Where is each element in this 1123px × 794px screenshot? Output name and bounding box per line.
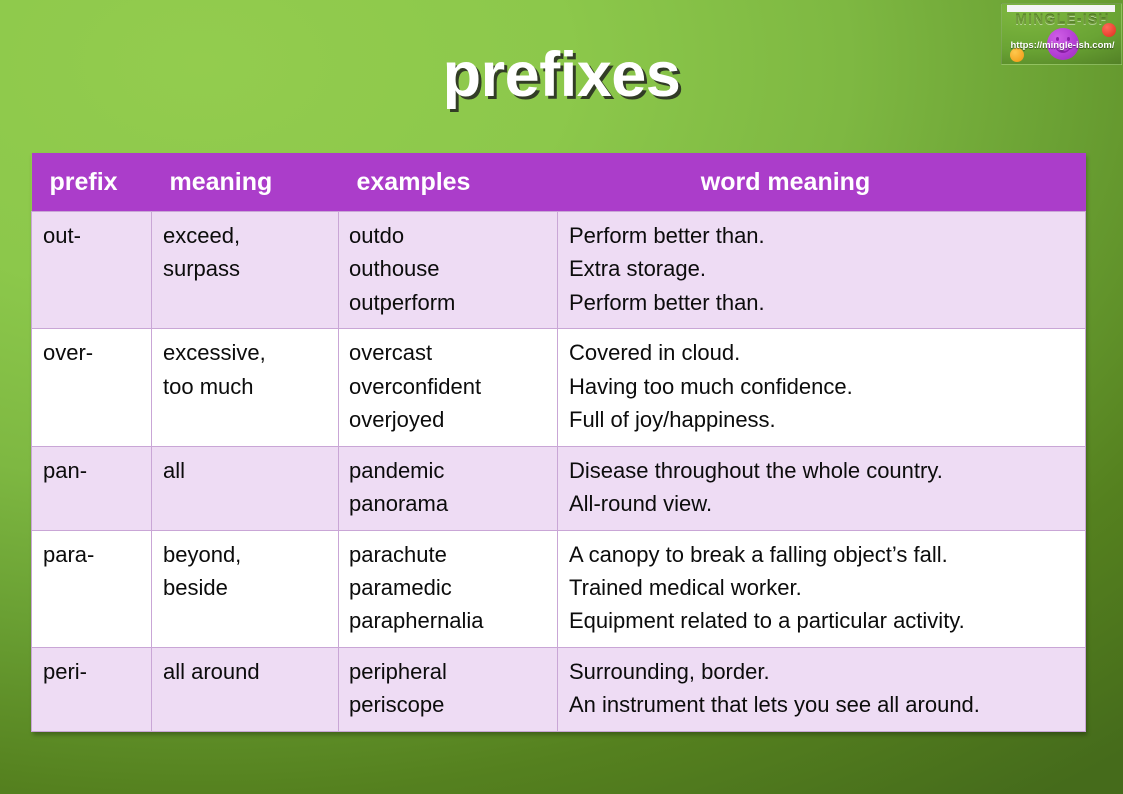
cell-examples-line: paramedic bbox=[349, 574, 452, 600]
cell-examples: peripheral periscope bbox=[338, 646, 558, 732]
column-header-meaning: meaning bbox=[151, 153, 339, 212]
cell-word-meaning-line: Covered in cloud. bbox=[569, 340, 741, 366]
cell-prefix-lines: out- bbox=[43, 219, 141, 252]
cell-word-meaning: Disease throughout the whole country. All… bbox=[557, 445, 1086, 531]
cell-word-meaning-line: Having too much confidence. bbox=[569, 373, 853, 399]
cell-examples-line: periscope bbox=[349, 692, 445, 718]
cell-examples-lines: outdo outhouse outperform bbox=[349, 219, 547, 319]
cell-meaning-lines: exceed, surpass bbox=[163, 219, 328, 286]
cell-word-meaning-line: Perform better than. bbox=[569, 223, 765, 248]
cell-prefix: out- bbox=[31, 210, 152, 330]
cell-meaning-line: too much bbox=[163, 373, 254, 399]
cell-word-meaning-line: Extra storage. bbox=[569, 256, 706, 282]
cell-word-meaning: Covered in cloud. Having too much confide… bbox=[557, 328, 1086, 447]
cell-meaning-line: all bbox=[163, 457, 186, 483]
cell-prefix-lines: pan- bbox=[43, 454, 141, 487]
cell-examples-lines: parachute paramedic paraphernalia bbox=[349, 538, 547, 638]
cell-meaning-line: surpass bbox=[163, 256, 241, 282]
cell-word-meaning: Perform better than. Extra storage. Perfor… bbox=[557, 210, 1086, 330]
cell-word-meaning-lines: Covered in cloud. Having too much confide… bbox=[569, 336, 1075, 436]
table-header-row: prefix meaning examples word meaning bbox=[31, 153, 1086, 212]
cell-meaning-line: exceed, bbox=[163, 223, 241, 248]
site-logo-watermark[interactable]: MINGLE-ISH https://mingle-ish.com/ bbox=[1001, 3, 1122, 65]
cell-prefix-line: out- bbox=[43, 223, 81, 248]
cell-meaning: excessive, too much bbox=[151, 328, 339, 447]
cell-meaning-line: all around bbox=[163, 658, 260, 684]
cell-examples-line: parachute bbox=[349, 541, 447, 567]
cell-word-meaning-line: Perform better than. bbox=[569, 289, 765, 315]
cell-word-meaning: A canopy to break a falling object’s fal… bbox=[557, 529, 1086, 648]
cell-word-meaning-lines: Disease throughout the whole country. All… bbox=[569, 454, 1075, 521]
cell-examples-lines: overcast overconfident overjoyed bbox=[349, 336, 547, 436]
cell-examples-line: outdo bbox=[349, 223, 405, 248]
cell-examples-lines: peripheral periscope bbox=[349, 655, 547, 722]
cell-examples: parachute paramedic paraphernalia bbox=[338, 529, 558, 648]
page-title: prefixes bbox=[442, 40, 681, 110]
cell-word-meaning-line: Full of joy/happiness. bbox=[569, 407, 776, 433]
cell-word-meaning-lines: A canopy to break a falling object’s fal… bbox=[569, 538, 1075, 638]
prefix-table-container: prefix meaning examples word meaning out… bbox=[31, 153, 1086, 732]
cell-meaning-line: excessive, bbox=[163, 340, 266, 366]
cell-examples: overcast overconfident overjoyed bbox=[338, 328, 558, 447]
cell-meaning-line: beyond, bbox=[163, 541, 242, 567]
cell-word-meaning-line: Disease throughout the whole country. bbox=[569, 457, 943, 483]
cell-meaning: all bbox=[151, 445, 339, 531]
cell-meaning-line: beside bbox=[163, 574, 228, 600]
table-body: out-exceed, surpass outdo outhouse outperfor… bbox=[31, 210, 1086, 732]
cell-examples-line: overconfident bbox=[349, 373, 482, 399]
cell-examples-line: overcast bbox=[349, 340, 433, 366]
column-header-examples: examples bbox=[338, 153, 558, 212]
cell-prefix-lines: para- bbox=[43, 538, 141, 571]
prefix-table: prefix meaning examples word meaning out… bbox=[31, 153, 1086, 732]
table-row: out-exceed, surpass outdo outhouse outperfor… bbox=[31, 210, 1086, 330]
table-header: prefix meaning examples word meaning bbox=[31, 153, 1086, 212]
column-header-word-meaning: word meaning bbox=[557, 153, 1086, 212]
cell-meaning: exceed, surpass bbox=[151, 210, 339, 330]
cell-prefix: pan- bbox=[31, 445, 152, 531]
cell-examples-line: outperform bbox=[349, 289, 456, 315]
table-row: over-excessive, too much overcast overconfi… bbox=[31, 328, 1086, 447]
cell-prefix-line: pan- bbox=[43, 457, 88, 483]
cell-examples: pandemic panorama bbox=[338, 445, 558, 531]
cell-examples-line: overjoyed bbox=[349, 407, 445, 433]
cell-word-meaning-lines: Perform better than. Extra storage. Perfor… bbox=[569, 219, 1075, 319]
cell-word-meaning-line: A canopy to break a falling object’s fal… bbox=[569, 541, 948, 567]
cell-prefix-lines: over- bbox=[43, 336, 141, 369]
cell-prefix-line: para- bbox=[43, 541, 95, 567]
cell-examples-lines: pandemic panorama bbox=[349, 454, 547, 521]
cell-prefix: over- bbox=[31, 328, 152, 447]
cell-prefix-line: peri- bbox=[43, 658, 88, 684]
cell-meaning: beyond, beside bbox=[151, 529, 339, 648]
table-row: pan-all pandemic panorama Disease throughou… bbox=[31, 445, 1086, 531]
cell-word-meaning-line: Trained medical worker. bbox=[569, 574, 802, 600]
cell-word-meaning-line: Surrounding, border. bbox=[569, 658, 770, 684]
cell-meaning-lines: beyond, beside bbox=[163, 538, 328, 605]
cell-meaning-lines: all around bbox=[163, 655, 328, 688]
cell-examples-line: outhouse bbox=[349, 256, 440, 282]
cell-prefix-line: over- bbox=[43, 340, 94, 366]
red-dot-icon bbox=[1102, 23, 1116, 37]
cell-examples-line: panorama bbox=[349, 491, 449, 517]
cell-word-meaning: Surrounding, border. An instrument that l… bbox=[557, 646, 1086, 732]
cell-examples: outdo outhouse outperform bbox=[338, 210, 558, 330]
cell-meaning-lines: all bbox=[163, 454, 328, 487]
slide-background: prefixes MINGLE-ISH https://mingle-ish.c… bbox=[0, 0, 1123, 794]
column-header-prefix: prefix bbox=[31, 153, 152, 212]
cell-word-meaning-lines: Surrounding, border. An instrument that l… bbox=[569, 655, 1075, 722]
cell-prefix: para- bbox=[31, 529, 152, 648]
cell-examples-line: pandemic bbox=[349, 457, 445, 483]
cell-word-meaning-line: All-round view. bbox=[569, 491, 713, 517]
cell-examples-line: peripheral bbox=[349, 658, 447, 684]
cell-meaning-lines: excessive, too much bbox=[163, 336, 328, 403]
cell-prefix-lines: peri- bbox=[43, 655, 141, 688]
cell-word-meaning-line: Equipment related to a particular activi… bbox=[569, 608, 965, 634]
cell-word-meaning-line: An instrument that lets you see all arou… bbox=[569, 692, 980, 718]
cell-meaning: all around bbox=[151, 646, 339, 732]
table-row: para-beyond, beside parachute paramedic para… bbox=[31, 529, 1086, 648]
cell-prefix: peri- bbox=[31, 646, 152, 732]
table-row: peri-all around peripheral periscope Surrou… bbox=[31, 646, 1086, 732]
logo-url-text: https://mingle-ish.com/ bbox=[1010, 40, 1115, 51]
cell-examples-line: paraphernalia bbox=[349, 608, 484, 634]
